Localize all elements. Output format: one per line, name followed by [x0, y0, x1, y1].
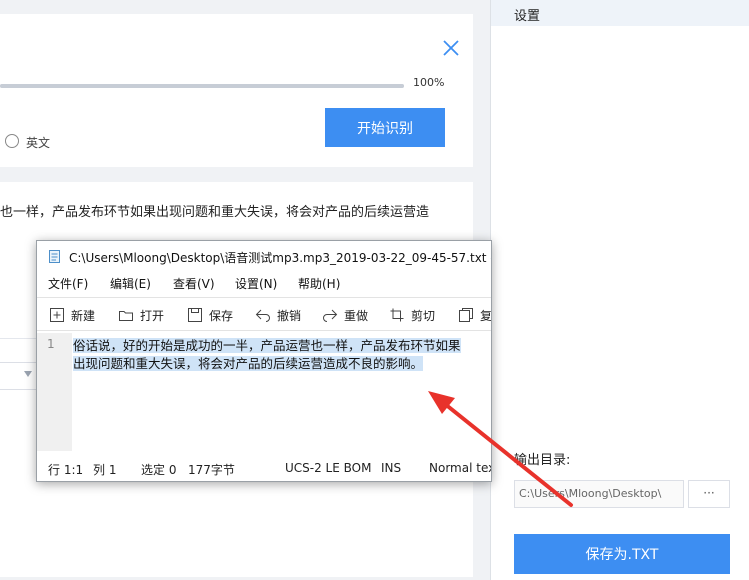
save-as-txt-button[interactable]: 保存为.TXT [514, 534, 730, 574]
cut-label: 剪切 [411, 309, 436, 323]
status-mode: INS [381, 461, 402, 475]
settings-title: 设置 [514, 9, 541, 24]
transcript-text: 也一样，产品发布环节如果出现问题和重大失误，将会对产品的后续运营造 [0, 205, 430, 220]
notepad-window[interactable]: C:\Users\Mloong\Desktop\语音测试mp3.mp3_2019… [36, 240, 492, 482]
browse-button[interactable]: ··· [688, 480, 730, 508]
editor-line: 出现问题和重大失误，将会对产品的后续运营造成不良的影响。 [73, 356, 424, 371]
settings-header: 设置 [491, 0, 749, 26]
progress-fill [0, 84, 404, 88]
start-recognition-button[interactable]: 开始识别 [325, 108, 445, 147]
new-label: 新建 [71, 309, 96, 323]
line-number-gutter: 1 [37, 333, 72, 451]
status-bar: 行 1:1 列 1 选定 0 177字节 UCS-2 LE BOM INS No… [37, 457, 492, 479]
settings-panel: 设置 输出目录: C:\Users\Mloong\Desktop\ ··· 保存… [490, 0, 749, 580]
menu-help[interactable]: 帮助(H) [298, 275, 340, 292]
notepad-titlebar[interactable]: C:\Users\Mloong\Desktop\语音测试mp3.mp3_2019… [37, 241, 492, 271]
notepad-icon [49, 250, 60, 263]
menu-edit[interactable]: 编辑(E) [110, 275, 151, 292]
notepad-title: C:\Users\Mloong\Desktop\语音测试mp3.mp3_2019… [69, 251, 492, 265]
menu-settings[interactable]: 设置(N) [235, 275, 277, 292]
chevron-down-icon [24, 371, 32, 377]
new-icon [50, 308, 64, 322]
status-column: 列 1 [93, 463, 117, 477]
english-radio-label: 英文 [26, 136, 51, 150]
menu-file[interactable]: 文件(F) [48, 275, 88, 292]
undo-label: 撤销 [277, 309, 302, 323]
output-directory-label: 输出目录: [514, 453, 571, 468]
editor-text[interactable]: 俗话说，好的开始是成功的一半，产品运营也一样，产品发布环节如果 出现问题和重大失… [73, 337, 489, 373]
progress-percent: 100% [413, 76, 445, 89]
status-text-mode: Normal tex [429, 461, 492, 475]
undo-icon [255, 309, 270, 322]
language-select[interactable] [0, 362, 40, 390]
status-bytes: 177字节 [188, 463, 235, 477]
editor-line: 俗话说，好的开始是成功的一半，产品运营也一样，产品发布环节如果 [73, 338, 461, 353]
english-radio[interactable] [5, 134, 19, 148]
copy-label: 复 [480, 309, 492, 323]
open-icon [119, 311, 133, 321]
cut-icon [390, 308, 404, 322]
save-label: 保存 [209, 309, 234, 323]
output-directory-field[interactable]: C:\Users\Mloong\Desktop\ [514, 480, 684, 508]
line-number: 1 [47, 337, 55, 351]
open-label: 打开 [140, 309, 165, 323]
notepad-toolbar: 新建 打开 保存 撤销 重做 剪切 复 [37, 297, 492, 331]
redo-label: 重做 [344, 309, 369, 323]
recognition-dialog: 100% 英文 开始识别 [0, 14, 473, 167]
status-selected: 选定 0 [141, 463, 177, 477]
divider [0, 338, 40, 339]
close-icon[interactable] [441, 38, 461, 58]
progress-bar [0, 84, 404, 88]
copy-icon [459, 308, 473, 322]
menu-view[interactable]: 查看(V) [173, 275, 215, 292]
redo-icon [323, 309, 338, 322]
save-icon [188, 308, 202, 322]
status-encoding: UCS-2 LE BOM [285, 461, 372, 475]
notepad-menubar: 文件(F) 编辑(E) 查看(V) 设置(N) 帮助(H) [37, 273, 491, 293]
status-position: 行 1:1 [48, 463, 84, 477]
